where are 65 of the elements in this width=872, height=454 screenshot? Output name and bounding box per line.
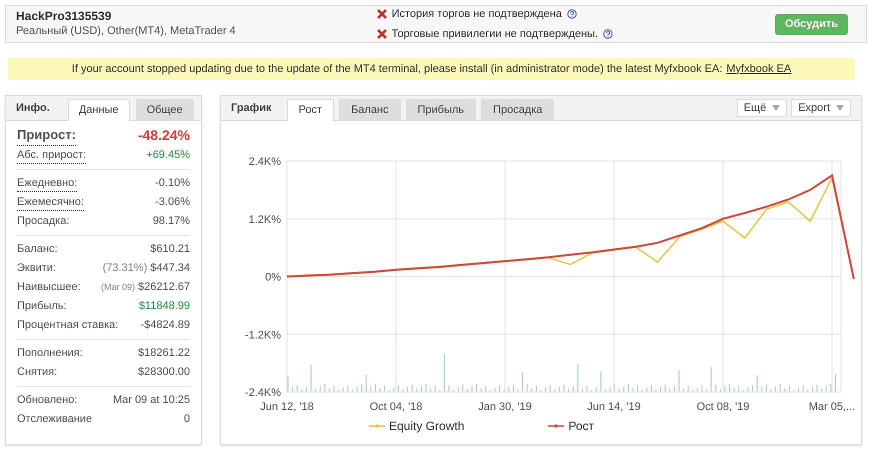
stat-label: Абс. прирост:	[17, 146, 86, 164]
panel-tab[interactable]: Просадка	[481, 99, 554, 120]
notice-text: If your account stopped updating due to the update of the MT4 terminal, please install (in administrator mode) the latest Myfxbook EA:	[72, 62, 722, 77]
panel-tab[interactable]: Общее	[136, 99, 194, 120]
legend-label[interactable]: Рост	[568, 417, 594, 435]
x-axis-label: Oct 08, '19	[696, 400, 750, 414]
x-axis-label: Jun 12, '18	[260, 400, 314, 414]
stat-label: Обновлено:	[17, 393, 78, 408]
stat-value: $18261.22	[138, 346, 190, 362]
stat-value: -3.06%	[155, 195, 190, 210]
stat-value: $11848.99	[138, 299, 190, 314]
help-icon[interactable]	[603, 28, 614, 39]
stat-value: $26212.67	[138, 280, 190, 296]
dropdown-button[interactable]: Export	[791, 99, 851, 117]
verification-status: История торгов не подтверждена	[392, 7, 562, 22]
stat-label: Прибыль:	[17, 299, 67, 314]
panel-tab[interactable]: Данные	[68, 99, 130, 121]
stat-value: $610.21	[150, 242, 190, 258]
stat-value: $447.34	[150, 261, 190, 276]
x-axis-label: Jun 14, '19	[587, 400, 641, 414]
stat-label: Просадка:	[17, 214, 70, 230]
stat-value: +69.45%	[146, 148, 190, 164]
account-details: Реальный (USD), Other(MT4), MetaTrader 4	[16, 24, 237, 39]
stat-label: Ежедневно:	[17, 174, 78, 192]
account-name: HackPro3135539	[16, 9, 112, 24]
cross-icon	[376, 9, 387, 20]
stat-label: Пополнения:	[17, 346, 83, 362]
y-axis-label: 1.2K%	[248, 214, 281, 226]
stat-value: -0.10%	[155, 176, 190, 192]
stat-label: Отслеживание	[17, 412, 92, 428]
dropdown-button[interactable]: Ещё	[736, 99, 788, 117]
stat-note: (73.31%)	[102, 261, 148, 276]
stat-label: Эквити:	[17, 261, 56, 276]
panel-title: График	[231, 100, 272, 116]
y-axis-label: -2.4K%	[244, 387, 281, 397]
x-axis-label: Jan 30, '19	[478, 400, 532, 414]
y-axis-label: -1.2K%	[244, 329, 281, 342]
stat-label: Снятия:	[17, 365, 58, 380]
stat-value: Mar 09 at 10:25	[112, 393, 190, 408]
stat-value: -48.24%	[138, 126, 190, 145]
panel-title: Инфо.	[16, 100, 50, 116]
verification-status: Торговые привилегии не подтверждены.	[392, 26, 598, 42]
panel-tab[interactable]: Рост	[286, 99, 334, 121]
cross-icon	[376, 28, 387, 39]
myfxbook-ea-link[interactable]: Myfxbook EA	[726, 60, 792, 78]
y-axis-label: 0%	[265, 272, 281, 284]
panel-tab[interactable]: Прибыль	[406, 99, 476, 120]
panel-tab[interactable]: Баланс	[339, 99, 401, 120]
stat-note: (Mar 09)	[100, 280, 135, 294]
stat-value: $28300.00	[138, 365, 190, 380]
stat-label: Наивысшее:	[17, 280, 81, 296]
stat-value: 0	[184, 412, 190, 428]
legend-label[interactable]: Equity Growth	[389, 417, 464, 435]
x-axis-label: Mar 05,...	[808, 400, 856, 414]
caret-icon	[772, 105, 780, 111]
stat-label: Прирост:	[17, 125, 76, 146]
caret-icon	[836, 105, 844, 111]
stat-label: Процентная ставка:	[17, 318, 118, 334]
stat-value: 98.17%	[152, 214, 190, 230]
x-axis-label: Oct 04, '18	[370, 400, 422, 414]
stat-label: Баланс:	[17, 242, 58, 258]
help-icon[interactable]	[566, 9, 577, 20]
y-axis-label: 2.4K%	[248, 156, 281, 168]
stat-label: Ежемесячно:	[17, 194, 84, 212]
stat-value: -$4824.89	[140, 318, 190, 334]
